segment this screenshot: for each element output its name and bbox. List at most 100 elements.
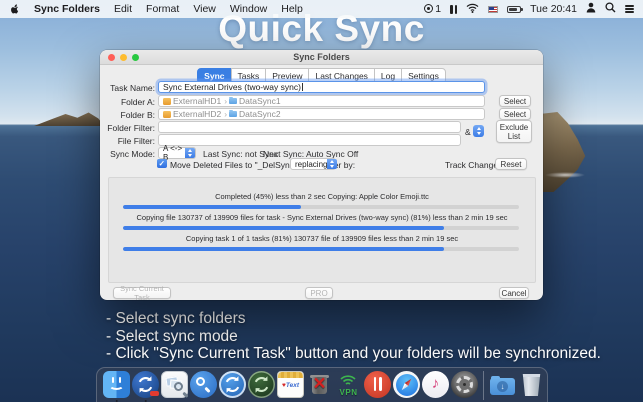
- close-window-button[interactable]: [108, 54, 115, 61]
- move-deleted-checkbox[interactable]: ✓: [157, 159, 167, 169]
- instruction-line-2: - Select sync mode: [106, 328, 601, 346]
- surf-foam: [545, 172, 585, 178]
- instruction-line-1: - Select sync folders: [106, 310, 601, 328]
- progress-bar-3: [123, 247, 519, 251]
- fast-user-switching-icon[interactable]: [586, 2, 596, 16]
- vpn-label: VPN: [335, 388, 362, 397]
- dock-item-preview[interactable]: [161, 371, 188, 398]
- trash-icon: [522, 374, 541, 396]
- menu-item-edit[interactable]: Edit: [114, 3, 132, 15]
- text-caret: [302, 83, 303, 91]
- menu-item-view[interactable]: View: [193, 3, 216, 15]
- menu-app-name[interactable]: Sync Folders: [34, 3, 100, 15]
- dock-item-safari[interactable]: [393, 371, 420, 398]
- dock-item-text-notes[interactable]: ♥Text: [277, 371, 304, 398]
- menu-bar-left: Sync Folders Edit Format View Window Hel…: [9, 3, 317, 16]
- notification-center-icon[interactable]: [625, 4, 634, 15]
- search-files-icon: [190, 371, 217, 398]
- cancel-button[interactable]: Cancel: [499, 287, 529, 299]
- pro-button[interactable]: PRO: [305, 287, 333, 299]
- menu-item-help[interactable]: Help: [281, 3, 303, 15]
- screen-recording-indicator-icon[interactable]: 1: [424, 3, 441, 15]
- drive-icon: [163, 111, 171, 118]
- sync-current-task-button[interactable]: Sync Current Task: [113, 287, 171, 299]
- filter-operator-label: &: [465, 127, 471, 137]
- dock-item-sync-blue[interactable]: [219, 371, 246, 398]
- move-deleted-stepper: [327, 159, 337, 169]
- folder-filter-input[interactable]: [158, 121, 461, 133]
- menu-item-window[interactable]: Window: [230, 3, 267, 15]
- drive-icon: [163, 98, 171, 105]
- dock-item-sync-folders-app[interactable]: [132, 371, 159, 398]
- menu-clock[interactable]: Tue 20:41: [530, 3, 577, 15]
- battery-icon[interactable]: [507, 6, 521, 13]
- finder-icon: [103, 371, 130, 398]
- folder-icon: [229, 111, 237, 117]
- folder-filter-label: Folder Filter:: [100, 123, 155, 133]
- restaurant-icon: [364, 371, 391, 398]
- folder-a-label: Folder A:: [100, 97, 155, 107]
- dock-item-sync-green[interactable]: [248, 371, 275, 398]
- app-badge: [150, 391, 159, 397]
- dock-item-system-preferences[interactable]: [451, 371, 478, 398]
- folder-icon: [229, 98, 237, 104]
- dock-item-vpn[interactable]: VPN: [335, 371, 362, 398]
- progress-status-1: Completed (45%) less than 2 sec Copying:…: [109, 192, 535, 201]
- zoom-window-button[interactable]: [132, 54, 139, 61]
- apple-menu-icon[interactable]: [9, 3, 20, 16]
- track-changes-label: Track Changes: [445, 160, 502, 170]
- window-title-bar[interactable]: Sync Folders: [100, 50, 543, 65]
- folder-a-path[interactable]: ExternalHD1 › DataSync1: [158, 95, 485, 107]
- file-filter-label: File Filter:: [100, 136, 155, 146]
- text-notes-icon: ♥Text: [277, 371, 304, 398]
- filter-operator-stepper[interactable]: [473, 125, 484, 137]
- task-name-input[interactable]: Sync External Drives (two-way sync): [158, 81, 485, 93]
- progress-status-3: Copying task 1 of 1 tasks (81%) 130737 f…: [109, 234, 535, 243]
- spotlight-icon[interactable]: [605, 2, 616, 16]
- dock-item-search-files[interactable]: [190, 371, 217, 398]
- music-icon: ♪: [422, 371, 449, 398]
- folder-b-label: Folder B:: [100, 110, 155, 120]
- download-arrow-icon: ↓: [497, 381, 508, 392]
- preview-icon: [161, 371, 188, 398]
- dock-item-downloads-folder[interactable]: ↓: [489, 371, 516, 398]
- vpn-wifi-icon: [338, 372, 358, 386]
- sync-blue-icon: [219, 371, 246, 398]
- sync-folders-window: Sync Folders Sync Tasks Preview Last Cha…: [100, 50, 543, 300]
- task-name-label: Task Name:: [100, 83, 155, 93]
- dock-item-uninstaller[interactable]: ×: [306, 371, 333, 398]
- sync-mode-stepper: [185, 148, 195, 158]
- select-folder-a-button[interactable]: Select: [499, 95, 531, 107]
- input-source-flag-icon[interactable]: [488, 6, 498, 13]
- dock-item-trash[interactable]: [518, 371, 545, 398]
- dock-item-music[interactable]: ♪: [422, 371, 449, 398]
- progress-status-2: Copying file 130737 of 139909 files for …: [109, 213, 535, 222]
- dock-separator: [483, 371, 484, 400]
- window-title: Sync Folders: [100, 50, 543, 65]
- exclude-list-button[interactable]: Exclude List: [496, 120, 532, 143]
- wifi-icon[interactable]: [466, 3, 479, 16]
- dock: ♥Text × VPN ♪ ↓: [96, 367, 548, 402]
- sync-green-icon: [248, 371, 275, 398]
- instructions-text: - Select sync folders - Select sync mode…: [106, 310, 601, 363]
- minimize-window-button[interactable]: [120, 54, 127, 61]
- progress-panel: Completed (45%) less than 2 sec Copying:…: [108, 177, 536, 283]
- progress-bar-2: [123, 226, 519, 230]
- dock-item-finder[interactable]: [103, 371, 130, 398]
- sync-mode-label: Sync Mode:: [100, 149, 155, 159]
- select-folder-b-button[interactable]: Select: [499, 108, 531, 120]
- menu-bar: Sync Folders Edit Format View Window Hel…: [0, 0, 643, 18]
- move-deleted-mode-popup[interactable]: replacing: [290, 158, 336, 170]
- dock-item-restaurant[interactable]: [364, 371, 391, 398]
- instruction-line-3: - Click "Sync Current Task" button and y…: [106, 345, 601, 363]
- file-filter-input[interactable]: [158, 134, 461, 146]
- menu-item-format[interactable]: Format: [146, 3, 179, 15]
- folder-b-path[interactable]: ExternalHD2 › DataSync2: [158, 108, 485, 120]
- menu-bar-status-area: 1 Tue 20:41: [415, 2, 634, 16]
- window-columns-icon[interactable]: [450, 5, 457, 14]
- safari-icon: [393, 371, 420, 398]
- system-preferences-icon: [451, 371, 478, 398]
- downloads-folder-icon: ↓: [490, 378, 515, 395]
- sync-mode-popup[interactable]: A <-> B: [158, 147, 196, 159]
- reset-button[interactable]: Reset: [495, 158, 527, 170]
